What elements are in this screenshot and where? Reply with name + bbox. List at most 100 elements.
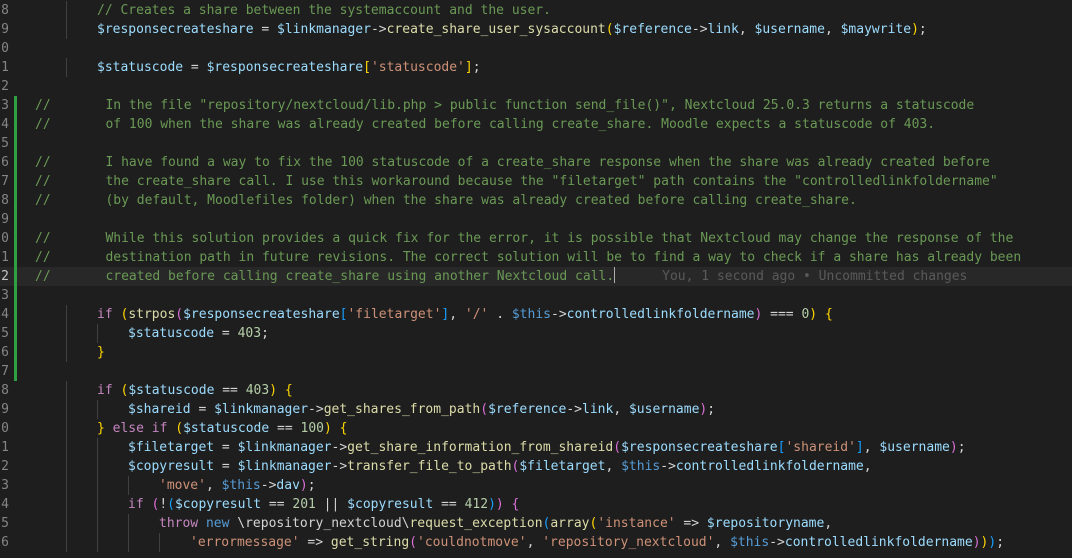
code-line[interactable]: 0 // While this solution provides a quick…: [0, 229, 1072, 248]
code-line[interactable]: 9 $responsecreateshare = $linkmanager->cr…: [0, 20, 1072, 39]
code-line[interactable]: 8 if ($statuscode == 403) {: [0, 381, 1072, 400]
code-line[interactable]: 4 if (strpos($responsecreateshare['fileta…: [0, 305, 1072, 324]
code-line[interactable]: 6}: [0, 343, 1072, 362]
code-line[interactable]: 1 $filetarget = $linkmanager->get_share_i…: [0, 438, 1072, 457]
line-number-gutter[interactable]: 3: [0, 96, 14, 115]
code-token: ->: [331, 459, 348, 474]
line-number-gutter[interactable]: 1: [0, 248, 14, 267]
line-number: 5: [1, 516, 9, 531]
line-number-gutter[interactable]: 9: [0, 210, 14, 229]
git-modified-indicator[interactable]: [14, 324, 17, 343]
line-number-gutter[interactable]: 5: [0, 134, 14, 153]
git-modified-indicator[interactable]: [14, 172, 17, 191]
line-number-gutter[interactable]: 5: [0, 514, 14, 533]
line-number-gutter[interactable]: 6: [0, 533, 14, 552]
code-line[interactable]: 3 // In the file "repository/nextcloud/li…: [0, 96, 1072, 115]
code-line[interactable]: 2 $copyresult = $linkmanager->transfer_fi…: [0, 457, 1072, 476]
code-token: create_share_user_sysaccount: [386, 22, 606, 37]
code-line[interactable]: 0: [0, 39, 1072, 58]
line-number: 6: [1, 535, 9, 550]
line-number-gutter[interactable]: 4: [0, 305, 14, 324]
indent-guide: [66, 476, 67, 495]
git-modified-indicator[interactable]: [14, 362, 17, 381]
code-line[interactable]: 3: [0, 286, 1072, 305]
code-line[interactable]: 2 // created before calling create_share …: [0, 267, 1072, 286]
line-number-gutter[interactable]: 3: [0, 286, 14, 305]
code-line[interactable]: 9: [0, 210, 1072, 229]
code-line[interactable]: 6 'errormessage' => get_string('couldnotm…: [0, 533, 1072, 552]
line-number-gutter[interactable]: 2: [0, 77, 14, 96]
git-modified-indicator[interactable]: [14, 248, 17, 267]
line-number: 9: [1, 212, 9, 227]
line-number: 7: [1, 364, 9, 379]
line-number-gutter[interactable]: 7: [0, 362, 14, 381]
line-number: 0: [1, 421, 9, 436]
git-modified-indicator[interactable]: [14, 134, 17, 153]
code-line[interactable]: 6 // I have found a way to fix the 100 st…: [0, 153, 1072, 172]
line-number-gutter[interactable]: 8: [0, 1, 14, 20]
git-modified-indicator[interactable]: [14, 153, 17, 172]
code-line[interactable]: 8 // Creates a share between the systemac…: [0, 1, 1072, 20]
git-modified-indicator[interactable]: [14, 115, 17, 134]
line-number-gutter[interactable]: 5: [0, 324, 14, 343]
code-line[interactable]: 5: [0, 134, 1072, 153]
git-modified-indicator[interactable]: [14, 229, 17, 248]
code-token: =>: [299, 535, 331, 550]
code-token: $responsecreateshare: [621, 440, 778, 455]
code-text: $statuscode = $responsecreateshare['stat…: [97, 58, 481, 77]
code-line[interactable]: 1 // destination path in future revisions…: [0, 248, 1072, 267]
line-number: 2: [1, 79, 9, 94]
line-number-gutter[interactable]: 9: [0, 400, 14, 419]
code-token: else if: [112, 421, 168, 436]
git-modified-indicator[interactable]: [14, 267, 17, 286]
git-modified-indicator[interactable]: [14, 191, 17, 210]
line-number-gutter[interactable]: 1: [0, 438, 14, 457]
code-token: // created before calling create_share u…: [35, 269, 615, 284]
code-line[interactable]: 7: [0, 362, 1072, 381]
code-editor[interactable]: 8 // Creates a share between the systemac…: [0, 0, 1072, 558]
code-token: $statuscode: [183, 421, 270, 436]
line-number-gutter[interactable]: 7: [0, 172, 14, 191]
code-token: $copyresult: [174, 497, 262, 512]
line-number-gutter[interactable]: 1: [0, 58, 14, 77]
line-number-gutter[interactable]: 2: [0, 457, 14, 476]
line-number-gutter[interactable]: 4: [0, 495, 14, 514]
code-token: if: [97, 383, 113, 398]
line-number-gutter[interactable]: 4: [0, 115, 14, 134]
code-token: 'shareid': [785, 440, 856, 455]
indent-guide: [66, 533, 67, 552]
code-line[interactable]: 8 // (by default, Moodlefiles folder) whe…: [0, 191, 1072, 210]
line-number-gutter[interactable]: 6: [0, 153, 14, 172]
line-number-gutter[interactable]: 6: [0, 343, 14, 362]
code-line[interactable]: 7 // the create_share call. I use this wo…: [0, 172, 1072, 191]
code-token: // of 100 when the share was already cre…: [35, 117, 936, 132]
code-line[interactable]: 4 if (!($copyresult == 201 || $copyresult…: [0, 495, 1072, 514]
git-modified-indicator[interactable]: [14, 210, 17, 229]
code-token: 'couldnotmove': [417, 535, 527, 550]
code-line[interactable]: 2: [0, 77, 1072, 96]
git-modified-indicator[interactable]: [14, 286, 17, 305]
code-line[interactable]: 5 $statuscode = 403;: [0, 324, 1072, 343]
line-number-gutter[interactable]: 9: [0, 20, 14, 39]
line-number-gutter[interactable]: 0: [0, 229, 14, 248]
code-token: =: [183, 60, 207, 75]
line-number-gutter[interactable]: 8: [0, 191, 14, 210]
git-modified-indicator[interactable]: [14, 343, 17, 362]
line-number-gutter[interactable]: 0: [0, 419, 14, 438]
git-modified-indicator[interactable]: [14, 96, 17, 115]
code-line[interactable]: 0} else if ($statuscode == 100) {: [0, 419, 1072, 438]
code-token: 'instance': [597, 516, 676, 531]
code-line[interactable]: 1 $statuscode = $responsecreateshare['sta…: [0, 58, 1072, 77]
code-line[interactable]: 4 // of 100 when the share was already cr…: [0, 115, 1072, 134]
line-number-gutter[interactable]: 8: [0, 381, 14, 400]
code-token: ): [809, 307, 818, 322]
code-token: \repository_nextcloud\: [237, 516, 410, 531]
code-line[interactable]: 9 $shareid = $linkmanager->get_shares_fro…: [0, 400, 1072, 419]
code-line[interactable]: 3 'move', $this->dav);: [0, 476, 1072, 495]
line-number-gutter[interactable]: 3: [0, 476, 14, 495]
line-number-gutter[interactable]: 2: [0, 267, 14, 286]
line-number-gutter[interactable]: 0: [0, 39, 14, 58]
git-modified-indicator[interactable]: [14, 305, 17, 324]
code-line[interactable]: 5 throw new \repository_nextcloud\request…: [0, 514, 1072, 533]
